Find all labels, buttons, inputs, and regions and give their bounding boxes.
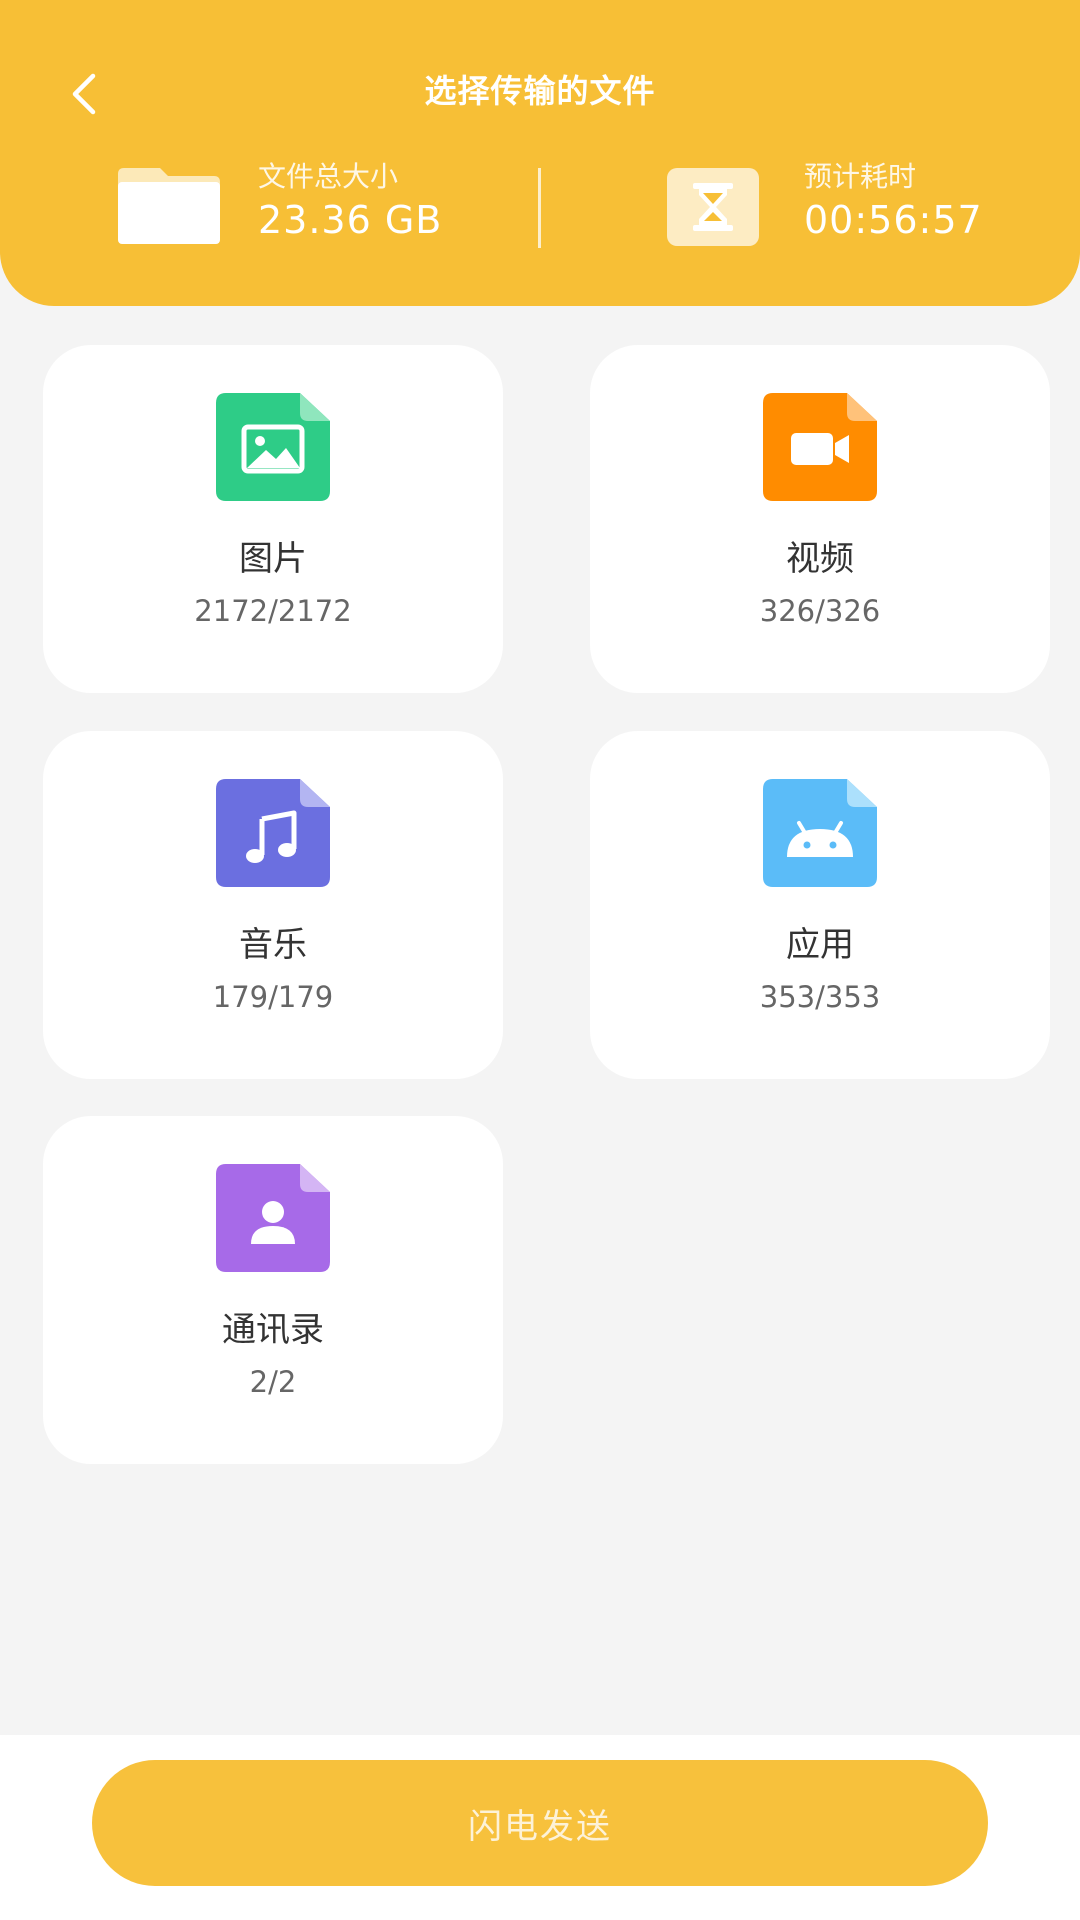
divider — [538, 168, 541, 248]
category-label: 应用 — [786, 925, 854, 965]
image-file-icon — [216, 393, 330, 501]
video-file-icon — [763, 393, 877, 501]
category-label: 图片 — [239, 539, 307, 579]
estimated-time-value: 00:56:57 — [804, 198, 983, 242]
estimated-time-label: 预计耗时 — [804, 160, 917, 193]
music-file-icon — [216, 779, 330, 887]
category-count: 179/179 — [212, 980, 334, 1014]
category-card-contacts[interactable]: 通讯录 2/2 — [43, 1116, 503, 1464]
category-count: 2/2 — [249, 1365, 297, 1399]
total-size-label: 文件总大小 — [258, 160, 399, 193]
contact-file-icon — [216, 1164, 330, 1272]
category-card-videos[interactable]: 视频 326/326 — [590, 345, 1050, 693]
page-title: 选择传输的文件 — [424, 72, 656, 110]
android-file-icon — [763, 779, 877, 887]
category-count: 353/353 — [759, 980, 881, 1014]
category-card-music[interactable]: 音乐 179/179 — [43, 731, 503, 1079]
flash-send-button[interactable]: 闪电发送 — [92, 1760, 988, 1886]
category-count: 326/326 — [759, 594, 881, 628]
category-label: 通讯录 — [222, 1310, 324, 1350]
category-card-images[interactable]: 图片 2172/2172 — [43, 345, 503, 693]
category-label: 音乐 — [239, 925, 307, 965]
timer-badge — [667, 168, 759, 246]
flash-send-label: 闪电发送 — [468, 1806, 612, 1847]
hourglass-icon — [693, 183, 733, 231]
header: 选择传输的文件 文件总大小 23.36 GB 预计耗时 00:56:57 — [0, 0, 1080, 306]
category-count: 2172/2172 — [194, 594, 352, 628]
category-label: 视频 — [786, 539, 854, 579]
total-size-value: 23.36 GB — [258, 198, 443, 242]
category-card-apps[interactable]: 应用 353/353 — [590, 731, 1050, 1079]
folder-icon — [118, 168, 220, 244]
